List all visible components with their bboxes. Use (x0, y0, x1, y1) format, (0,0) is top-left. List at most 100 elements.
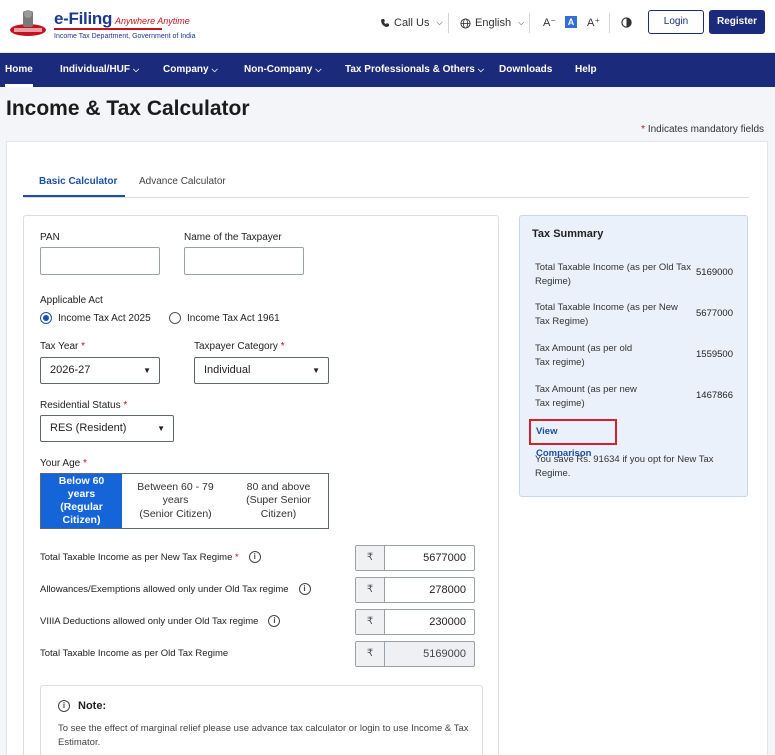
summary-old-tax-value: 1559500 (696, 349, 733, 360)
taxpayer-category-label: Taxpayer Category * (194, 341, 285, 352)
chevron-down-icon: ⌵ (477, 65, 484, 74)
nav-company[interactable]: Company ⌵ (163, 53, 218, 87)
deductions-label: VIIIA Deductions allowed only under Old … (40, 615, 281, 627)
age-line: 80 and above (246, 481, 311, 494)
caret-down-icon: ▼ (157, 424, 165, 433)
tax-year-label-text: Tax Year (40, 341, 79, 352)
deductions-input[interactable]: ₹ 230000 (355, 609, 475, 635)
age-line: Citizen) (62, 514, 101, 527)
nav-non-company[interactable]: Non-Company ⌵ (244, 53, 321, 87)
summary-new-tax-value: 1467866 (696, 390, 733, 401)
summary-new-tax-label: Tax Amount (as per new Tax regime) (535, 384, 637, 409)
contrast-icon[interactable] (621, 17, 632, 28)
allowances-value: 278000 (429, 584, 466, 596)
tab-advance-calculator[interactable]: Advance Calculator (139, 176, 226, 187)
mandatory-star: * (641, 124, 646, 135)
note-box: i Note: To see the effect of marginal re… (40, 685, 483, 755)
act-2025-radio[interactable]: Income Tax Act 2025 (40, 312, 151, 324)
age-line: years (67, 487, 96, 500)
age-line: (Senior Citizen) (139, 507, 212, 520)
allowances-text: Allowances/Exemptions allowed only under… (40, 583, 289, 595)
active-tab-indicator (23, 195, 125, 197)
chevron-down-icon: ⌵ (315, 65, 322, 74)
font-increase-button[interactable]: A⁺ (587, 16, 600, 29)
pan-label: PAN (40, 232, 60, 243)
act-2025-label: Income Tax Act 2025 (58, 312, 151, 324)
info-icon[interactable]: i (248, 551, 261, 563)
nav-home[interactable]: Home (5, 53, 33, 87)
tax-year-value: 2026-27 (50, 364, 91, 376)
chevron-down-icon: ⌵ (518, 18, 525, 27)
required-mark: * (123, 400, 128, 411)
new-regime-income-input[interactable]: ₹ 5677000 (355, 545, 475, 571)
residential-status-value: RES (Resident) (50, 422, 127, 434)
taxpayer-category-value: Individual (204, 364, 251, 376)
your-age-label: Your Age * (40, 458, 87, 469)
info-icon[interactable]: i (298, 583, 311, 595)
view-comparison-link[interactable]: View Comparison (529, 419, 617, 459)
new-regime-income-label: Total Taxable Income as per New Tax Regi… (40, 551, 261, 563)
age-line: (Super Senior (246, 494, 311, 507)
note-title: Note: (78, 700, 107, 712)
age-below-60-text: Below 60 years (Regular Citizen) (59, 475, 105, 528)
age-line: Citizen) (260, 507, 297, 520)
tabs-divider (23, 197, 749, 198)
taxpayer-name-input[interactable] (184, 247, 304, 275)
summary-old-tax-label: Tax Amount (as per old Tax regime) (535, 343, 633, 368)
info-icon: i (58, 700, 70, 712)
age-line: Between 60 - 79 (137, 481, 214, 494)
language-menu[interactable]: English ⌵ (460, 17, 524, 29)
info-icon[interactable]: i (268, 615, 281, 627)
phone-icon (381, 19, 389, 27)
old-regime-income-label: Total Taxable Income as per Old Tax Regi… (40, 648, 228, 659)
act-1961-label: Income Tax Act 1961 (187, 312, 280, 324)
globe-icon (460, 17, 471, 29)
tax-year-label: Tax Year * (40, 341, 85, 352)
calculator-card: Basic Calculator Advance Calculator PAN … (6, 141, 768, 755)
age-below-60-option[interactable]: Below 60 years (Regular Citizen) (41, 474, 122, 528)
nav-individual-huf-label: Individual/HUF (60, 64, 130, 75)
allowances-label: Allowances/Exemptions allowed only under… (40, 583, 311, 595)
tab-basic-calculator[interactable]: Basic Calculator (39, 176, 117, 187)
required-mark: * (280, 341, 285, 352)
summary-new-income-value: 5677000 (696, 308, 733, 319)
taxpayer-category-label-text: Taxpayer Category (194, 341, 278, 352)
logo-underline (54, 28, 162, 30)
summary-old-income-value: 5169000 (696, 267, 733, 278)
call-us-menu[interactable]: Call Us ⌵ (380, 17, 443, 29)
site-logo[interactable]: e-Filing Anywhere Anytime Income Tax Depa… (54, 9, 196, 40)
age-line: (Regular (60, 501, 103, 513)
residential-status-label-text: Residential Status (40, 400, 121, 411)
font-decrease-button[interactable]: A⁻ (543, 16, 556, 29)
header-divider (529, 13, 530, 33)
logo-tagline: Anywhere Anytime (115, 16, 190, 26)
nav-help[interactable]: Help (575, 53, 597, 87)
new-regime-income-text: Total Taxable Income as per New Tax Regi… (40, 551, 233, 563)
mandatory-note: * Indicates mandatory fields (641, 124, 764, 135)
old-regime-income-field: ₹ 5169000 (355, 641, 475, 667)
deductions-text: VIIIA Deductions allowed only under Old … (40, 615, 259, 627)
login-button[interactable]: Login (648, 10, 704, 34)
age-selector: Below 60 years (Regular Citizen) Between… (40, 473, 329, 529)
nav-tax-professionals[interactable]: Tax Professionals & Others ⌵ (345, 53, 484, 87)
taxpayer-category-select[interactable]: Individual ▼ (194, 357, 329, 384)
calculator-form: PAN Name of the Taxpayer Applicable Act … (23, 215, 499, 755)
act-1961-radio[interactable]: Income Tax Act 1961 (169, 312, 280, 324)
age-60-79-option[interactable]: Between 60 - 79 years (Senior Citizen) (122, 474, 229, 528)
tax-summary-panel: Tax Summary Total Taxable Income (as per… (519, 215, 748, 497)
nav-individual-huf[interactable]: Individual/HUF ⌵ (60, 53, 139, 87)
font-normal-button[interactable]: A (565, 16, 577, 28)
tax-year-select[interactable]: 2026-27 ▼ (40, 357, 160, 384)
residential-status-select[interactable]: RES (Resident) ▼ (40, 415, 174, 442)
caret-down-icon: ▼ (143, 366, 151, 375)
nav-downloads[interactable]: Downloads (499, 53, 552, 87)
pan-input[interactable] (40, 247, 160, 275)
rupee-icon: ₹ (356, 546, 385, 570)
savings-message: You save Rs. 91634 if you opt for New Ta… (535, 454, 714, 479)
allowances-input[interactable]: ₹ 278000 (355, 577, 475, 603)
nav-non-company-label: Non-Company (244, 64, 313, 75)
old-regime-income-text: Total Taxable Income as per Old Tax Regi… (40, 648, 229, 659)
age-80-above-option[interactable]: 80 and above (Super Senior Citizen) (229, 474, 328, 528)
emblem-icon (10, 10, 46, 36)
register-button[interactable]: Register (709, 10, 765, 34)
